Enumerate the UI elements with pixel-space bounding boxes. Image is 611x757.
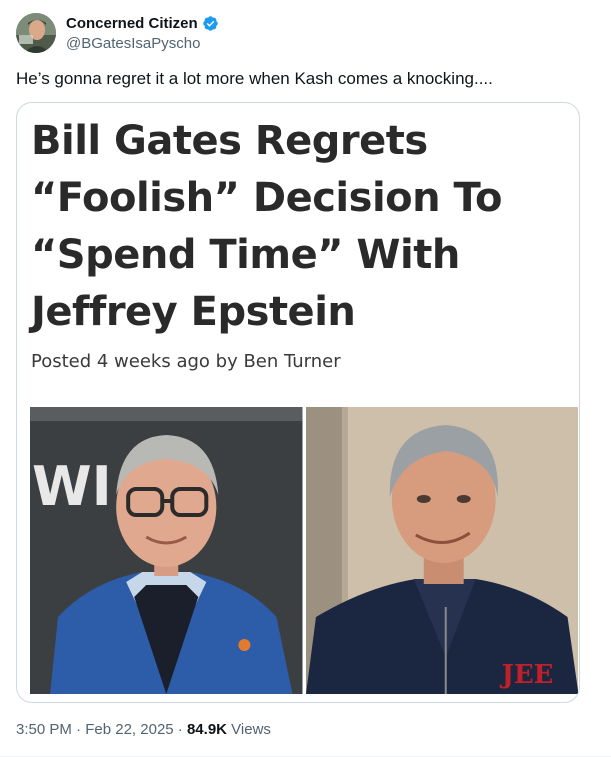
tweet-meta: 3:50 PM · Feb 22, 2025 · 84.9K Views [16, 720, 271, 740]
views-label: Views [231, 721, 271, 738]
meta-separator-2: · [177, 721, 183, 738]
bill-gates-photo[interactable]: WI ILL [30, 407, 303, 694]
meta-separator: · [76, 721, 82, 738]
jeffrey-epstein-photo[interactable]: JEE [305, 407, 578, 694]
display-name[interactable]: Concerned Citizen [66, 14, 198, 33]
tweet-date[interactable]: Feb 22, 2025 [85, 721, 173, 738]
article-photos[interactable]: WI ILL [30, 407, 578, 694]
article-byline: Posted 4 weeks ago by Ben Turner [31, 351, 341, 372]
article-headline: Bill Gates Regrets “Foolish” Decision To… [31, 118, 502, 335]
display-name-row: Concerned Citizen [66, 14, 219, 33]
avatar-image [16, 13, 56, 53]
jacket-logo-text: JEE [499, 660, 553, 690]
views-count: 84.9K [186, 721, 227, 738]
author-names: Concerned Citizen @BGatesIsaPyscho [66, 14, 219, 53]
verified-badge-icon[interactable] [202, 15, 219, 32]
author-handle[interactable]: @BGatesIsaPyscho [66, 34, 219, 53]
tweet-text: He’s gonna regret it a lot more when Kas… [16, 69, 493, 88]
media-card[interactable]: Bill Gates Regrets “Foolish” Decision To… [16, 102, 580, 703]
tweet-time[interactable]: 3:50 PM [16, 721, 72, 738]
tweet-header: Concerned Citizen @BGatesIsaPyscho [16, 12, 219, 54]
avatar[interactable] [16, 13, 56, 53]
